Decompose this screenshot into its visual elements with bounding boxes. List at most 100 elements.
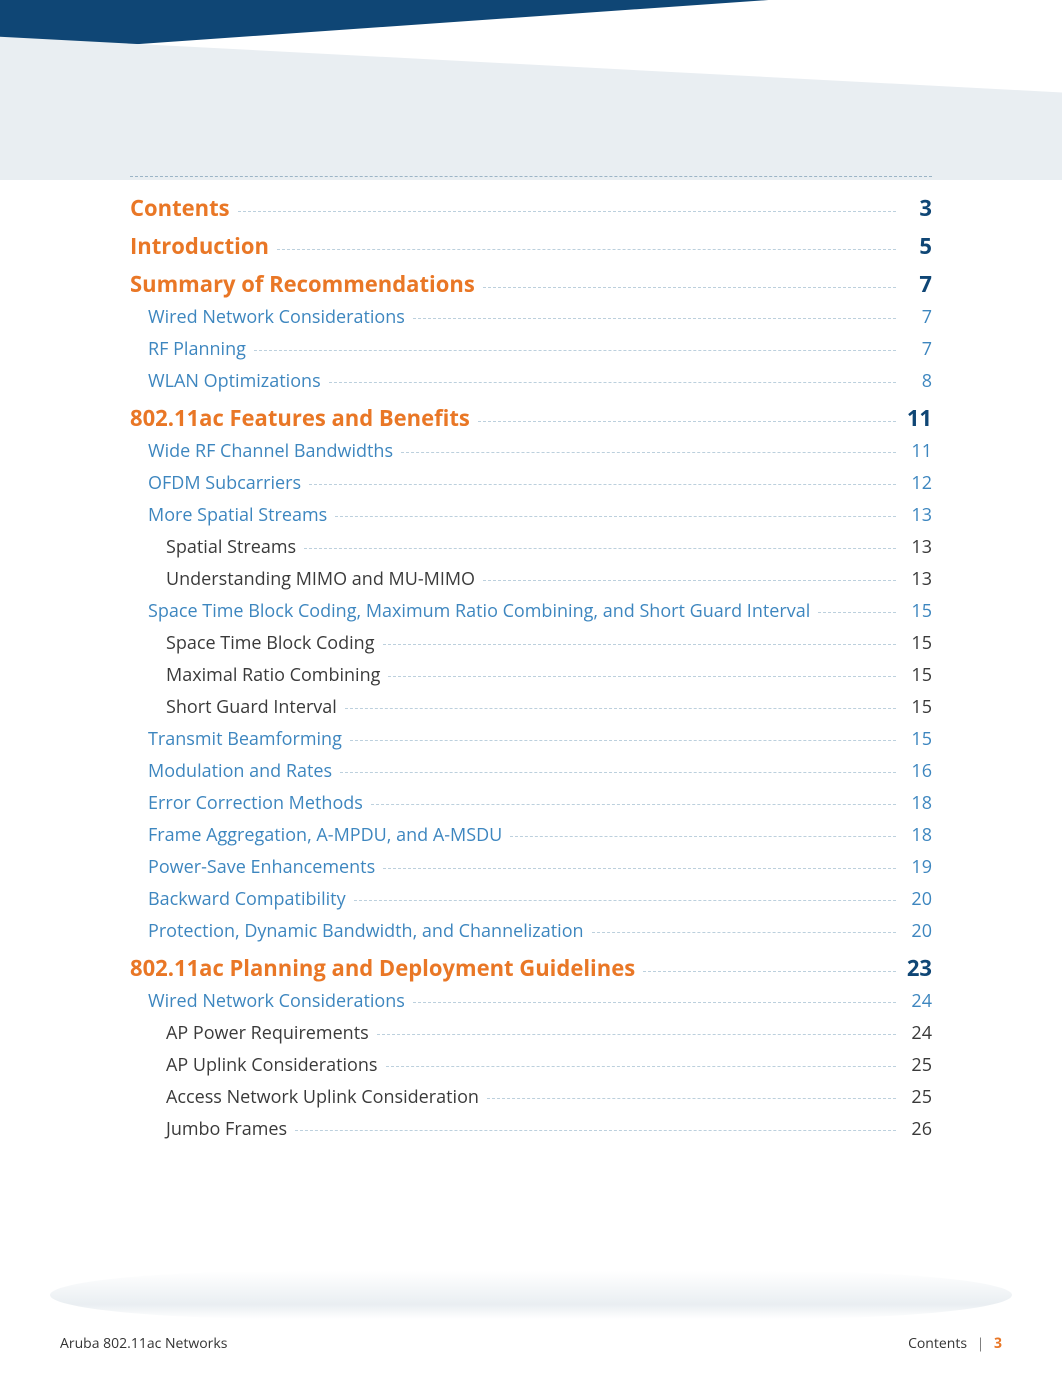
toc-entry-label: 802.11ac Planning and Deployment Guideli… xyxy=(130,953,635,983)
toc-entry[interactable]: Introduction5 xyxy=(130,225,932,263)
toc-leader-line xyxy=(371,804,896,805)
toc-entry-label: Wired Network Considerations xyxy=(148,305,405,329)
toc-leader-line xyxy=(483,287,896,288)
toc-entry[interactable]: WLAN Optimizations 8 xyxy=(130,365,932,397)
toc-leader-line xyxy=(304,548,896,549)
toc-entry-page: 3 xyxy=(904,193,932,223)
toc-leader-line xyxy=(340,772,896,773)
toc-entry-label: Maximal Ratio Combining xyxy=(166,663,380,687)
toc-entry-label: Introduction xyxy=(130,231,269,261)
footer-page-number: 3 xyxy=(994,1334,1002,1353)
toc-leader-line xyxy=(238,211,896,212)
toc-entry-page: 20 xyxy=(904,887,932,911)
toc-entry-label: Understanding MIMO and MU-MIMO xyxy=(166,567,475,591)
toc-entry-label: Wired Network Considerations xyxy=(148,989,405,1013)
toc-leader-line xyxy=(383,644,897,645)
toc-leader-line xyxy=(643,971,896,972)
toc-leader-line xyxy=(345,708,896,709)
toc-entry[interactable]: Wired Network Considerations24 xyxy=(130,985,932,1017)
toc-entry-page: 12 xyxy=(904,471,932,495)
toc-entry-label: Protection, Dynamic Bandwidth, and Chann… xyxy=(148,919,584,943)
toc-entry[interactable]: Maximal Ratio Combining 15 xyxy=(130,659,932,691)
toc-entry[interactable]: Error Correction Methods18 xyxy=(130,787,932,819)
toc-entry-page: 24 xyxy=(904,1021,932,1045)
toc-entry[interactable]: 802.11ac Planning and Deployment Guideli… xyxy=(130,947,932,985)
toc-entry[interactable]: Short Guard Interval 15 xyxy=(130,691,932,723)
toc-entry[interactable]: Contents 3 xyxy=(130,187,932,225)
toc-entry-page: 8 xyxy=(904,369,932,393)
toc-leader-line xyxy=(254,350,896,351)
toc-leader-line xyxy=(309,484,896,485)
toc-entry-page: 16 xyxy=(904,759,932,783)
footer-right-group: Contents | 3 xyxy=(908,1334,1002,1353)
toc-entry-label: Power-Save Enhancements xyxy=(148,855,375,879)
toc-entry-page: 23 xyxy=(904,953,932,983)
toc-entry[interactable]: Summary of Recommendations 7 xyxy=(130,263,932,301)
toc-entry-label: OFDM Subcarriers xyxy=(148,471,301,495)
toc-entry[interactable]: OFDM Subcarriers 12 xyxy=(130,467,932,499)
toc-leader-line xyxy=(401,452,896,453)
toc-entry-page: 15 xyxy=(904,695,932,719)
toc-entry[interactable]: Space Time Block Coding, Maximum Ratio C… xyxy=(130,595,932,627)
toc-entry-page: 7 xyxy=(904,269,932,299)
toc-leader-line xyxy=(818,612,896,613)
toc-entry-page: 26 xyxy=(904,1117,932,1141)
toc-leader-line xyxy=(413,318,896,319)
toc-entry-label: Contents xyxy=(130,193,230,223)
toc-leader-line xyxy=(413,1002,896,1003)
toc-entry[interactable]: Wired Network Considerations7 xyxy=(130,301,932,333)
toc-entry[interactable]: Jumbo Frames 26 xyxy=(130,1113,932,1145)
toc-entry-page: 25 xyxy=(904,1053,932,1077)
page-title: Contents xyxy=(872,14,1008,55)
toc-entry-label: RF Planning xyxy=(148,337,246,361)
toc-leader-line xyxy=(295,1130,896,1131)
toc-entry-label: Frame Aggregation, A-MPDU, and A-MSDU xyxy=(148,823,502,847)
toc-entry-page: 18 xyxy=(904,823,932,847)
toc-entry-page: 15 xyxy=(904,599,932,623)
toc-entry-page: 11 xyxy=(904,403,932,433)
toc-entry[interactable]: More Spatial Streams 13 xyxy=(130,499,932,531)
toc-entry[interactable]: Protection, Dynamic Bandwidth, and Chann… xyxy=(130,915,932,947)
toc-entry[interactable]: Wide RF Channel Bandwidths 11 xyxy=(130,435,932,467)
toc-entry[interactable]: Power-Save Enhancements19 xyxy=(130,851,932,883)
toc-leader-line xyxy=(335,516,896,517)
toc-entry[interactable]: RF Planning 7 xyxy=(130,333,932,365)
toc-entry-label: Access Network Uplink Consideration xyxy=(166,1085,479,1109)
toc-entry-page: 13 xyxy=(904,503,932,527)
toc-entry-label: WLAN Optimizations xyxy=(148,369,321,393)
toc-entry-label: Short Guard Interval xyxy=(166,695,337,719)
toc-entry[interactable]: AP Power Requirements24 xyxy=(130,1017,932,1049)
toc-entry-label: Transmit Beamforming xyxy=(148,727,342,751)
toc-entry-label: Wide RF Channel Bandwidths xyxy=(148,439,393,463)
toc-entry[interactable]: Modulation and Rates 16 xyxy=(130,755,932,787)
toc-entry-page: 15 xyxy=(904,663,932,687)
toc-entry[interactable]: 802.11ac Features and Benefits11 xyxy=(130,397,932,435)
page-footer: Aruba 802.11ac Networks Contents | 3 xyxy=(60,1334,1002,1353)
toc-entry-page: 7 xyxy=(904,337,932,361)
toc-entry-page: 18 xyxy=(904,791,932,815)
toc-leader-line xyxy=(350,740,896,741)
toc-entry-page: 15 xyxy=(904,631,932,655)
toc-entry[interactable]: Space Time Block Coding15 xyxy=(130,627,932,659)
toc-leader-line xyxy=(329,382,896,383)
toc-entry[interactable]: Backward Compatibility20 xyxy=(130,883,932,915)
toc-entry-label: AP Uplink Considerations xyxy=(166,1053,378,1077)
toc-entry[interactable]: AP Uplink Considerations 25 xyxy=(130,1049,932,1081)
toc-leader-line xyxy=(478,421,896,422)
toc-entry-page: 13 xyxy=(904,567,932,591)
toc-entry-label: Modulation and Rates xyxy=(148,759,332,783)
toc-entry-page: 25 xyxy=(904,1085,932,1109)
toc-leader-line xyxy=(483,580,896,581)
toc-entry[interactable]: Access Network Uplink Consideration 25 xyxy=(130,1081,932,1113)
toc-entry-label: More Spatial Streams xyxy=(148,503,327,527)
toc-entry-page: 11 xyxy=(904,439,932,463)
toc-entry[interactable]: Understanding MIMO and MU-MIMO 13 xyxy=(130,563,932,595)
toc-entry-label: Summary of Recommendations xyxy=(130,269,475,299)
toc-leader-line xyxy=(487,1098,896,1099)
toc-entry-label: Jumbo Frames xyxy=(166,1117,287,1141)
toc-entry[interactable]: Spatial Streams13 xyxy=(130,531,932,563)
toc-entry-label: Spatial Streams xyxy=(166,535,296,559)
toc-entry[interactable]: Transmit Beamforming15 xyxy=(130,723,932,755)
table-of-contents: Contents3Introduction5Summary of Recomme… xyxy=(130,176,932,1145)
toc-entry[interactable]: Frame Aggregation, A-MPDU, and A-MSDU 18 xyxy=(130,819,932,851)
